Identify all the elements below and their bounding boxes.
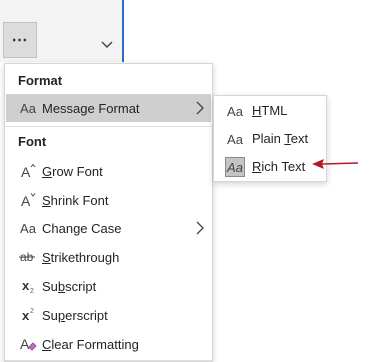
menu-item-grow-font[interactable]: A Grow Font <box>6 157 211 185</box>
html-format-icon: Aa <box>227 103 243 119</box>
toolbar-edge <box>122 0 124 62</box>
menu-item-strikethrough[interactable]: ab Strikethrough <box>6 243 211 271</box>
more-options-icon: ⋯ <box>11 32 29 49</box>
font-section-header: Font <box>18 134 47 149</box>
menu-item-message-format[interactable]: Aa Message Format <box>6 94 211 122</box>
menu-item-subscript[interactable]: x2 Subscript <box>6 272 211 300</box>
strikethrough-icon: ab <box>18 247 38 267</box>
chevron-down-icon[interactable] <box>100 38 114 52</box>
chevron-right-icon <box>196 221 204 235</box>
clear-formatting-icon: A <box>18 334 38 354</box>
menu-item-change-case[interactable]: Aa Change Case <box>6 214 211 242</box>
submenu-item-plain-text[interactable]: Aa Plain Text <box>215 125 325 153</box>
annotation-arrow-icon <box>312 159 359 169</box>
message-format-icon: Aa <box>20 100 36 116</box>
divider <box>5 360 212 361</box>
shrink-font-icon: A <box>18 190 38 210</box>
svg-text:2: 2 <box>30 308 34 315</box>
grow-font-icon: A <box>18 161 38 181</box>
menu-item-label: Change Case <box>42 220 122 236</box>
format-dropdown-menu: Format Aa Message Format Font A Grow Fon… <box>4 63 213 362</box>
menu-item-shrink-font[interactable]: A Shrink Font <box>6 186 211 214</box>
more-options-button[interactable]: ⋯ <box>3 22 37 58</box>
superscript-icon: x2 <box>18 305 38 325</box>
plain-text-format-icon: Aa <box>227 131 243 147</box>
divider <box>5 126 212 127</box>
svg-text:x: x <box>22 278 30 293</box>
menu-item-clear-formatting[interactable]: A Clear Formatting <box>6 330 211 358</box>
change-case-icon: Aa <box>20 220 36 236</box>
svg-text:2: 2 <box>30 288 34 295</box>
rich-text-format-icon: Aa <box>225 157 245 177</box>
svg-text:A: A <box>20 336 30 352</box>
format-section-header: Format <box>18 73 63 88</box>
svg-text:A: A <box>21 164 31 180</box>
submenu-item-rich-text[interactable]: Aa Rich Text <box>215 153 325 181</box>
menu-item-label: Message Format <box>42 100 140 116</box>
subscript-icon: x2 <box>18 276 38 296</box>
svg-text:A: A <box>21 193 31 209</box>
menu-item-superscript[interactable]: x2 Superscript <box>6 301 211 329</box>
submenu-item-html[interactable]: Aa HTML <box>215 97 325 125</box>
chevron-right-icon <box>196 101 204 115</box>
svg-text:x: x <box>22 308 30 323</box>
